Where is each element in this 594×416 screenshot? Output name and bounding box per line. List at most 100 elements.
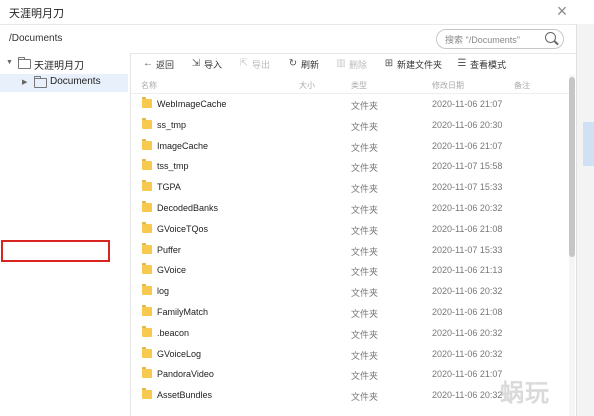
close-icon[interactable]: × [552,1,572,21]
file-type: 文件夹 [351,329,379,340]
file-name: TGPA [157,182,181,193]
folder-icon [142,117,152,129]
folder-icon [142,138,152,150]
file-date: 2020-11-06 20:32 [432,390,503,401]
table-row[interactable]: FamilyMatch 文件夹 2020-11-06 21:08 [131,302,569,323]
arrow-left-icon: ← [143,58,153,69]
file-name: GVoice [157,265,187,276]
file-date: 2020-11-07 15:33 [432,182,503,193]
file-type: 文件夹 [351,142,379,153]
view-mode-button[interactable]: ☰ 查看模式 [457,57,507,71]
chevron-right-icon[interactable]: ▶ [22,78,27,86]
refresh-icon: ↻ [288,58,298,69]
file-type: 文件夹 [351,225,379,236]
back-label: 返回 [156,59,175,70]
file-type: 文件夹 [351,205,379,215]
folder-icon [142,325,152,337]
chevron-down-icon[interactable]: ▼ [6,59,13,66]
file-name: AssetBundles [157,390,213,401]
import-label: 导入 [204,59,223,70]
background-highlight [583,122,594,166]
column-note[interactable]: 备注 [514,80,530,91]
file-date: 2020-11-06 21:07 [432,369,503,380]
sidebar-item-label: 天涯明月刀 [34,61,84,72]
refresh-button[interactable]: ↻ 刷新 [288,57,319,71]
column-name[interactable]: 名称 [141,80,157,91]
table-row[interactable]: .beacon 文件夹 2020-11-06 20:32 [131,323,569,344]
table-row[interactable]: DecodedBanks 文件夹 2020-11-06 20:32 [131,198,569,219]
column-type[interactable]: 类型 [351,80,367,91]
folder-icon [34,76,47,88]
export-button[interactable]: ⇱ 导出 [239,57,270,71]
search-icon[interactable] [545,32,556,43]
table-row[interactable]: ss_tmp 文件夹 2020-11-06 20:30 [131,115,569,136]
new-folder-button[interactable]: ⊞ 新建文件夹 [384,57,442,71]
file-name: GVoiceTQos [157,223,209,234]
watermark: 蜗玩 [500,380,550,407]
view-mode-label: 查看模式 [470,59,507,70]
table-row[interactable]: Puffer 文件夹 2020-11-07 15:33 [131,240,569,261]
file-date: 2020-11-06 21:07 [432,99,503,109]
back-button[interactable]: ← 返回 [143,57,174,71]
scrollbar[interactable] [569,75,575,416]
window-title: 天涯明月刀 [9,8,64,20]
sidebar-item-documents[interactable]: ▶ Documents [0,74,128,92]
search-input[interactable]: 搜索 "/Documents" [436,29,564,49]
table-row[interactable]: tss_tmp 文件夹 2020-11-07 15:58 [131,156,569,177]
search-placeholder: 搜索 "/Documents" [445,35,520,45]
folder-icon [142,388,152,400]
column-modified[interactable]: 修改日期 [432,80,464,91]
file-type: 文件夹 [351,309,379,319]
table-row[interactable]: GVoice 文件夹 2020-11-06 21:13 [131,260,569,281]
file-date: 2020-11-06 20:32 [432,203,503,213]
table-row[interactable]: GVoiceLog 文件夹 2020-11-06 20:32 [131,344,569,365]
highlight-box [1,240,110,262]
table-row[interactable]: TGPA 文件夹 2020-11-07 15:33 [131,177,569,198]
file-date: 2020-11-06 21:07 [432,140,503,151]
file-type: 文件夹 [351,288,379,299]
new-folder-label: 新建文件夹 [397,59,443,70]
file-date: 2020-11-07 15:58 [432,161,503,172]
file-type: 文件夹 [351,184,379,195]
refresh-label: 刷新 [301,59,320,70]
folder-icon [142,263,152,275]
delete-label: 删除 [349,59,368,70]
file-type: 文件夹 [351,163,379,174]
file-name: DecodedBanks [157,203,219,213]
file-date: 2020-11-06 21:08 [432,307,503,317]
background-window-edge [576,24,594,416]
file-date: 2020-11-06 20:32 [432,327,503,338]
table-row[interactable]: ImageCache 文件夹 2020-11-06 21:07 [131,136,569,157]
file-name: FamilyMatch [157,307,209,317]
column-header: 名称 大小 类型 修改日期 备注 [131,77,569,94]
scrollbar-thumb[interactable] [569,77,575,257]
file-type: 文件夹 [351,121,379,132]
import-button[interactable]: ⇲ 导入 [191,57,222,71]
table-row[interactable]: log 文件夹 2020-11-06 20:32 [131,281,569,302]
file-type: 文件夹 [351,101,379,111]
table-row[interactable]: WebImageCache 文件夹 2020-11-06 21:07 [131,94,569,115]
file-type: 文件夹 [351,246,379,257]
file-name: tss_tmp [157,161,189,172]
file-type: 文件夹 [351,392,379,403]
toolbar: ← 返回 ⇲ 导入 ⇱ 导出 ↻ 刷新 ▥ 删除 ⊞ 新建文件夹 ☰ 查看模式 [131,53,576,75]
file-name: ImageCache [157,140,209,151]
path-bar: /Documents 搜索 "/Documents" [0,24,576,54]
sidebar-item-label: Documents [50,76,101,87]
title-bar: 天涯明月刀 × [0,0,594,24]
file-name: PandoraVideo [157,369,214,380]
file-date: 2020-11-06 21:13 [432,265,503,276]
export-icon: ⇱ [239,58,249,69]
sidebar-item-root[interactable]: ▼ 天涯明月刀 [0,55,128,73]
folder-icon [142,242,152,254]
sidebar: ▼ 天涯明月刀 ▶ Documents [0,53,131,416]
folder-icon [142,221,152,233]
file-date: 2020-11-06 20:32 [432,286,503,297]
folder-icon [142,284,152,296]
delete-button[interactable]: ▥ 删除 [336,57,367,71]
new-folder-icon: ⊞ [384,58,394,69]
column-size[interactable]: 大小 [299,80,315,91]
table-row[interactable]: GVoiceTQos 文件夹 2020-11-06 21:08 [131,219,569,240]
folder-icon [18,57,31,69]
file-type: 文件夹 [351,267,379,278]
